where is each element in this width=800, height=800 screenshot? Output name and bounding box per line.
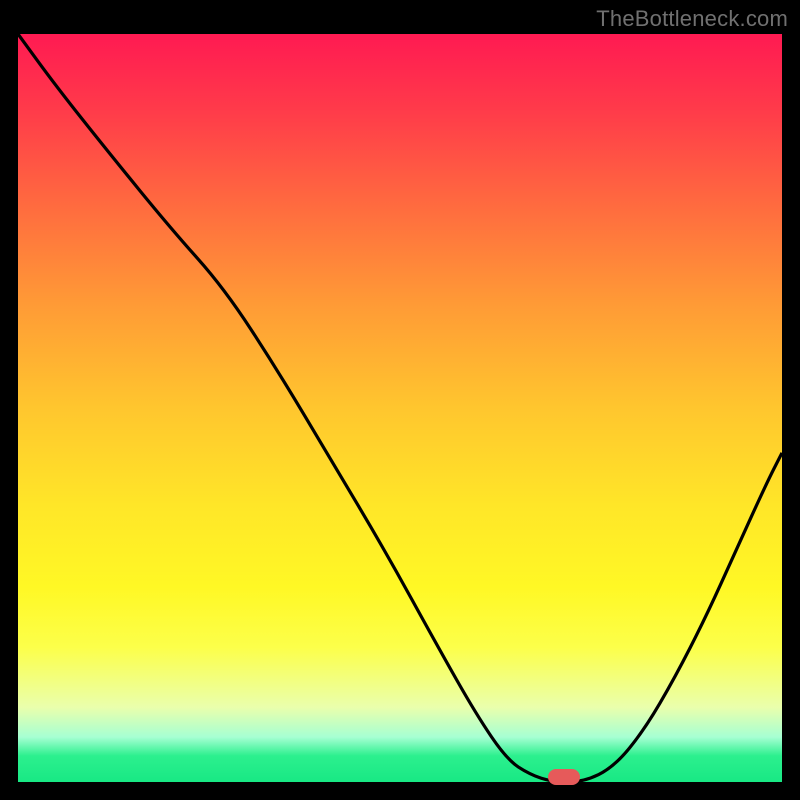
bottleneck-curve xyxy=(18,34,782,782)
curve-path xyxy=(18,34,782,782)
plot-area xyxy=(18,34,782,782)
optimal-point-marker xyxy=(548,769,580,785)
watermark-text: TheBottleneck.com xyxy=(596,6,788,32)
